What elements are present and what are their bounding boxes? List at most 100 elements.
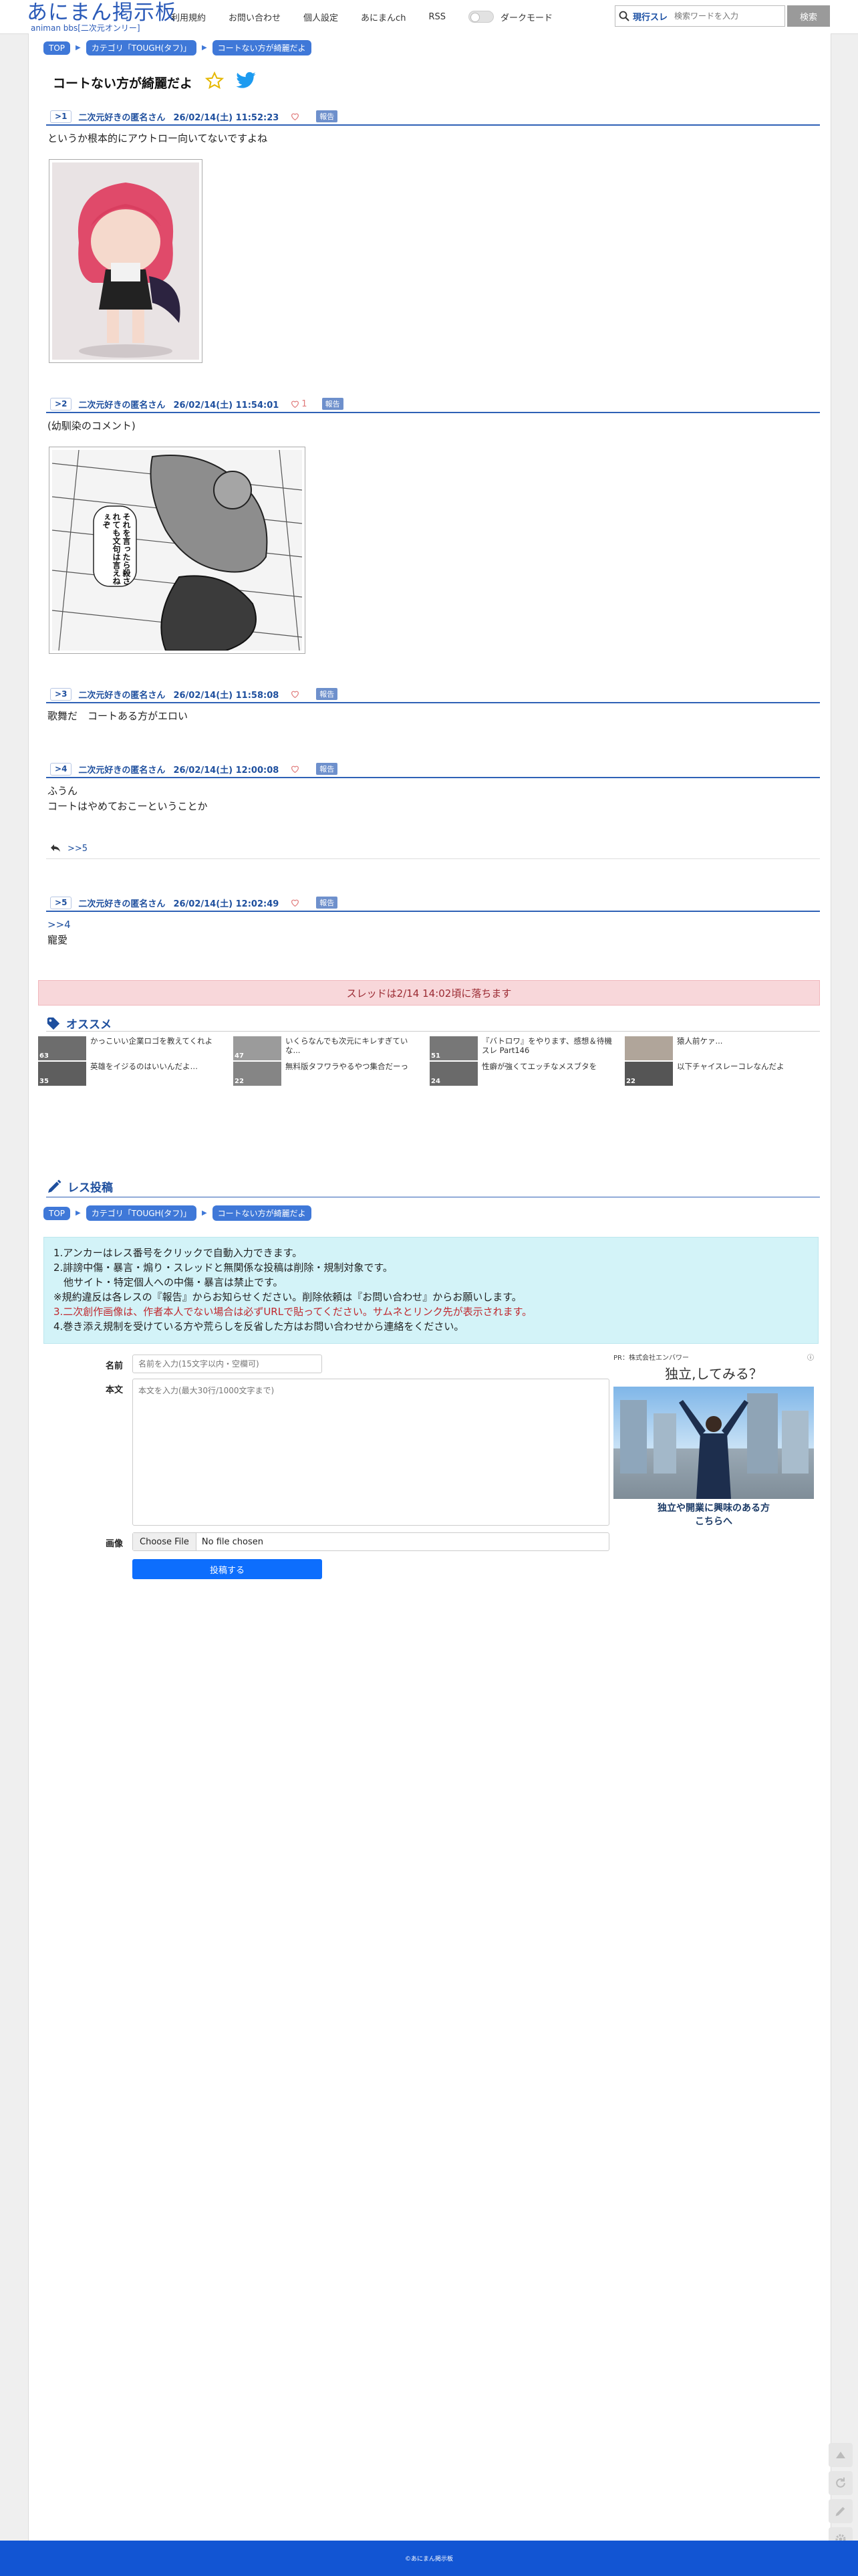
post-form-title: レス投稿 xyxy=(67,1181,113,1195)
recommend-item[interactable]: 24 性癖が強くてエッチなメスブタを xyxy=(430,1062,617,1086)
post-number[interactable]: >5 xyxy=(50,896,72,909)
recommend-item[interactable]: 51 『バトロワ』をやります、感想＆待機スレ Part146 xyxy=(430,1036,617,1060)
recommend-title-text: 以下チャイスレーコレなんだよ xyxy=(677,1062,784,1071)
top-bar: あにまん掲示板 animan bbs[二次元オンリー] 利用規約 お問い合わせ … xyxy=(0,0,858,34)
recommend-thumbnail: 22 xyxy=(233,1062,281,1086)
report-button[interactable]: 報告 xyxy=(316,688,338,700)
reply-link[interactable]: >>5 xyxy=(67,844,88,854)
recommend-title: オススメ xyxy=(66,1018,112,1032)
ad-caption-line: 独立や開業に興味のある方 xyxy=(658,1503,770,1514)
breadcrumb-category[interactable]: カテゴリ「TOUGH(タフ)」 xyxy=(86,1205,196,1221)
like-button[interactable] xyxy=(291,690,301,698)
post-line: ふうん xyxy=(47,785,78,797)
nav-settings[interactable]: 個人設定 xyxy=(303,11,338,23)
nav-terms[interactable]: 利用規約 xyxy=(171,11,206,23)
thread-title: コートない方が綺麗だよ xyxy=(53,76,193,91)
report-button[interactable]: 報告 xyxy=(321,398,343,410)
report-button[interactable]: 報告 xyxy=(316,763,338,775)
poster-name: 二次元好きの匿名さん xyxy=(78,400,166,411)
like-button[interactable] xyxy=(291,112,301,120)
report-button[interactable]: 報告 xyxy=(316,897,338,909)
image-label: 画像 xyxy=(106,1539,124,1549)
like-button[interactable]: 1 xyxy=(291,399,307,409)
nav-rss[interactable]: RSS xyxy=(428,12,446,22)
post-image-thumbnail[interactable]: それを言ったら殺されても文句は言えねぇぞ xyxy=(49,447,305,654)
poster-name: 二次元好きの匿名さん xyxy=(78,112,166,123)
breadcrumb-bottom: TOP ▶ カテゴリ「TOUGH(タフ)」 ▶ コートない方が綺麗だよ xyxy=(43,1205,311,1221)
search-scope[interactable]: 現行スレ xyxy=(633,10,668,23)
favorite-star-icon[interactable] xyxy=(204,71,225,94)
ad-top: PR：株式会社エンバワー ⓘ xyxy=(613,1352,814,1362)
rule-line: 他サイト・特定個人への中傷・暴言は禁止です。 xyxy=(53,1276,283,1288)
post-number[interactable]: >2 xyxy=(50,397,72,411)
recommend-item[interactable]: 猿人前ケァ... xyxy=(625,1036,812,1060)
search-input[interactable] xyxy=(673,11,756,21)
name-label: 名前 xyxy=(106,1361,124,1371)
site-logo[interactable]: あにまん掲示板 animan bbs[二次元オンリー] xyxy=(27,1,176,32)
file-input[interactable]: Choose File No file chosen xyxy=(132,1532,609,1551)
reload-button[interactable] xyxy=(829,2471,853,2495)
post-line: (幼馴染のコメント) xyxy=(47,420,136,432)
recommend-title-text: 猿人前ケァ... xyxy=(677,1036,723,1046)
post-header: >1 二次元好きの匿名さん 26/02/14(土) 11:52:23 報告 xyxy=(46,108,820,126)
dark-mode-toggle[interactable]: ダークモード xyxy=(468,11,553,23)
recommend-item[interactable]: 35 英雄をイジるのはいいんだよ… xyxy=(38,1062,225,1086)
nav-contact[interactable]: お問い合わせ xyxy=(229,11,281,23)
recommend-title-text: かっこいい企業ロゴを教えてくれよ xyxy=(90,1036,213,1046)
search-button[interactable]: 検索 xyxy=(787,5,830,27)
recommend-item[interactable]: 47 いくらなんでも次元にキレすぎていな... xyxy=(233,1036,420,1060)
choose-file-button[interactable]: Choose File xyxy=(133,1533,196,1550)
name-field[interactable] xyxy=(132,1355,322,1373)
search-icon xyxy=(615,11,633,21)
breadcrumb-category[interactable]: カテゴリ「TOUGH(タフ)」 xyxy=(86,40,196,55)
like-button[interactable] xyxy=(291,765,301,773)
ad-caption-line: こちらへ xyxy=(695,1516,732,1527)
rule-line: ※規約違反は各レスの『報告』からお知らせください。削除依頼は『お問い合わせ』から… xyxy=(53,1291,522,1303)
submit-button[interactable]: 投稿する xyxy=(132,1559,322,1579)
post-number[interactable]: >3 xyxy=(50,687,72,701)
post-1: >1 二次元好きの匿名さん 26/02/14(土) 11:52:23 報告 とい… xyxy=(46,108,820,146)
ad-info-icon[interactable]: ⓘ xyxy=(807,1352,814,1362)
post-5: >5 二次元好きの匿名さん 26/02/14(土) 12:02:49 報告 >>… xyxy=(46,895,820,948)
recommend-item[interactable]: 22 無料版タフワラやるやつ集合だーっ xyxy=(233,1062,420,1086)
post-number[interactable]: >1 xyxy=(50,110,72,123)
ad-image[interactable] xyxy=(613,1387,814,1499)
thread-title-row: コートない方が綺麗だよ xyxy=(53,71,257,94)
breadcrumb-separator-icon: ▶ xyxy=(76,44,81,51)
twitter-share-icon[interactable] xyxy=(235,72,257,93)
breadcrumb-top[interactable]: TOP xyxy=(43,1206,71,1220)
body-field[interactable] xyxy=(132,1379,609,1526)
post-date: 26/02/14(土) 11:52:23 xyxy=(173,112,279,123)
search-box: 現行スレ xyxy=(615,5,785,27)
comment-count: 22 xyxy=(626,1078,635,1085)
like-button[interactable] xyxy=(291,899,301,907)
recommend-thumbnail xyxy=(625,1036,673,1060)
toggle-switch[interactable] xyxy=(468,11,494,23)
post-3: >3 二次元好きの匿名さん 26/02/14(土) 11:58:08 報告 歌舞… xyxy=(46,686,820,724)
post-line: 歌舞だ コートある方がエロい xyxy=(47,710,188,722)
posting-rules: 1.アンカーはレス番号をクリックで自動入力できます。 2.誹謗中傷・暴言・煽り・… xyxy=(43,1237,819,1344)
dark-mode-label: ダークモード xyxy=(500,13,553,23)
nav-animanch[interactable]: あにまんch xyxy=(361,11,406,23)
advertisement[interactable]: PR：株式会社エンバワー ⓘ 独立,してみる？ 独立や開業に興味のある方 こちら… xyxy=(613,1352,814,1528)
rule-line: 4.巻き添え規制を受けている方や荒らしを反省した方はお問い合わせから連絡をくださ… xyxy=(53,1320,464,1332)
comment-count: 47 xyxy=(235,1052,244,1060)
post-number[interactable]: >4 xyxy=(50,762,72,776)
recommend-title-text: 無料版タフワラやるやつ集合だーっ xyxy=(285,1062,408,1071)
report-button[interactable]: 報告 xyxy=(316,110,338,122)
reply-list: >>5 xyxy=(46,838,820,859)
breadcrumb-thread[interactable]: コートない方が綺麗だよ xyxy=(212,40,311,55)
post-header: >4 二次元好きの匿名さん 26/02/14(土) 12:00:08 報告 xyxy=(46,761,820,778)
recommend-item[interactable]: 22 以下チャイスレーコレなんだよ xyxy=(625,1062,812,1086)
scroll-top-button[interactable] xyxy=(829,2443,853,2467)
recommend-thumbnail: 24 xyxy=(430,1062,478,1086)
breadcrumb-thread[interactable]: コートない方が綺麗だよ xyxy=(212,1205,311,1221)
recommend-item[interactable]: 63 かっこいい企業ロゴを教えてくれよ xyxy=(38,1036,225,1060)
recommend-thumbnail: 51 xyxy=(430,1036,478,1060)
heart-icon xyxy=(291,113,299,120)
write-button[interactable] xyxy=(829,2499,853,2523)
breadcrumb-top[interactable]: TOP xyxy=(43,41,71,55)
anchor-link[interactable]: >>4 xyxy=(47,917,820,933)
recommend-thumbnail: 47 xyxy=(233,1036,281,1060)
post-image-thumbnail[interactable] xyxy=(49,159,202,363)
